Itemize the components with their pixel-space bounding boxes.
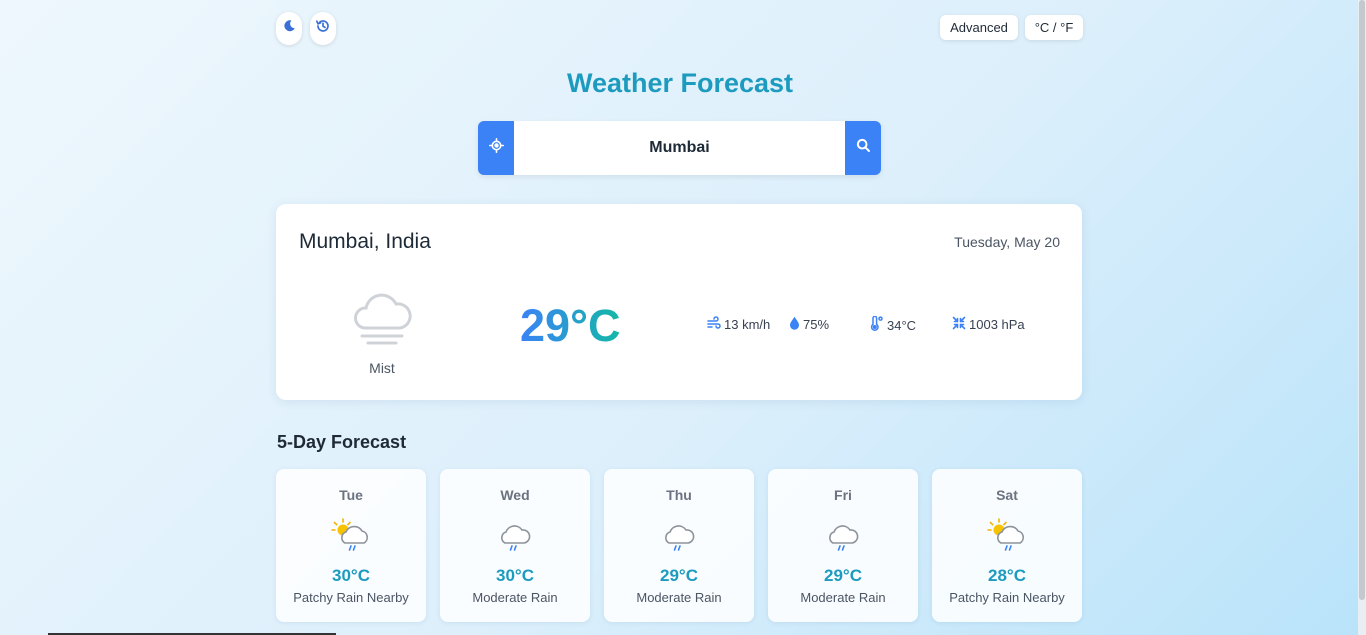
humidity-stat: 75% xyxy=(789,316,829,333)
forecast-day-name: Sat xyxy=(996,487,1018,503)
cloud-rain-icon xyxy=(495,517,535,558)
wind-icon xyxy=(707,316,724,333)
forecast-description: Moderate Rain xyxy=(800,590,886,605)
sun-cloud-rain-icon xyxy=(331,517,371,558)
city-search-input[interactable] xyxy=(514,121,845,175)
cloud-rain-icon xyxy=(659,517,699,558)
forecast-temperature: 30°C xyxy=(332,566,370,585)
forecast-temperature: 30°C xyxy=(496,566,534,585)
droplet-icon xyxy=(789,316,803,333)
forecast-temperature: 29°C xyxy=(824,566,862,585)
forecast-temperature: 28°C xyxy=(988,566,1026,585)
history-icon xyxy=(315,18,331,39)
condition-text: Mist xyxy=(369,360,395,376)
dark-mode-toggle[interactable] xyxy=(276,12,302,45)
pressure-stat: 1003 hPa xyxy=(952,316,1025,333)
forecast-day-card: Thu 29°C Moderate Rain xyxy=(604,469,754,622)
current-date: Tuesday, May 20 xyxy=(954,234,1060,250)
sun-cloud-rain-icon xyxy=(987,517,1027,558)
forecast-day-name: Thu xyxy=(666,487,692,503)
page-title: Weather Forecast xyxy=(566,68,794,98)
forecast-day-name: Wed xyxy=(500,487,530,503)
forecast-day-card: Sat 28°C Patchy Rain Nearby xyxy=(932,469,1082,622)
page-scrollbar[interactable] xyxy=(1358,0,1366,635)
cloud-rain-icon xyxy=(823,517,863,558)
moon-icon xyxy=(282,19,296,38)
search-bar xyxy=(478,121,881,175)
forecast-description: Moderate Rain xyxy=(636,590,722,605)
mist-cloud-icon xyxy=(350,290,414,351)
forecast-day-card: Tue 30°C Patchy Rain Nearby xyxy=(276,469,426,622)
search-button[interactable] xyxy=(845,121,881,175)
forecast-day-name: Fri xyxy=(834,487,852,503)
forecast-day-card: Fri 29°C Moderate Rain xyxy=(768,469,918,622)
forecast-description: Moderate Rain xyxy=(472,590,558,605)
history-button[interactable] xyxy=(310,12,336,45)
compress-icon xyxy=(952,316,969,333)
current-location-button[interactable] xyxy=(478,121,514,175)
forecast-description: Patchy Rain Nearby xyxy=(293,590,409,605)
forecast-description: Patchy Rain Nearby xyxy=(949,590,1065,605)
wind-stat: 13 km/h xyxy=(707,316,770,333)
thermometer-icon xyxy=(870,315,887,334)
unit-toggle-button[interactable]: °C / °F xyxy=(1025,15,1083,40)
forecast-day-name: Tue xyxy=(339,487,363,503)
current-temperature: 29°C xyxy=(520,300,621,351)
forecast-day-card: Wed 30°C Moderate Rain xyxy=(440,469,590,622)
search-icon xyxy=(856,138,871,158)
feels-like-stat: 34°C xyxy=(870,315,917,334)
scrollbar-thumb[interactable] xyxy=(1359,0,1365,600)
advanced-button[interactable]: Advanced xyxy=(940,15,1018,40)
forecast-temperature: 29°C xyxy=(660,566,698,585)
wind-value: 13 km/h xyxy=(724,317,771,332)
current-weather-card: Mumbai, India Tuesday, May 20 Mist 29°C … xyxy=(276,204,1082,400)
feels-like-value: 34°C xyxy=(887,317,917,333)
location-crosshair-icon xyxy=(488,138,504,158)
humidity-value: 75% xyxy=(803,317,830,332)
forecast-heading: 5-Day Forecast xyxy=(277,432,407,452)
location-name: Mumbai, India xyxy=(299,230,431,253)
pressure-value: 1003 hPa xyxy=(969,317,1025,332)
